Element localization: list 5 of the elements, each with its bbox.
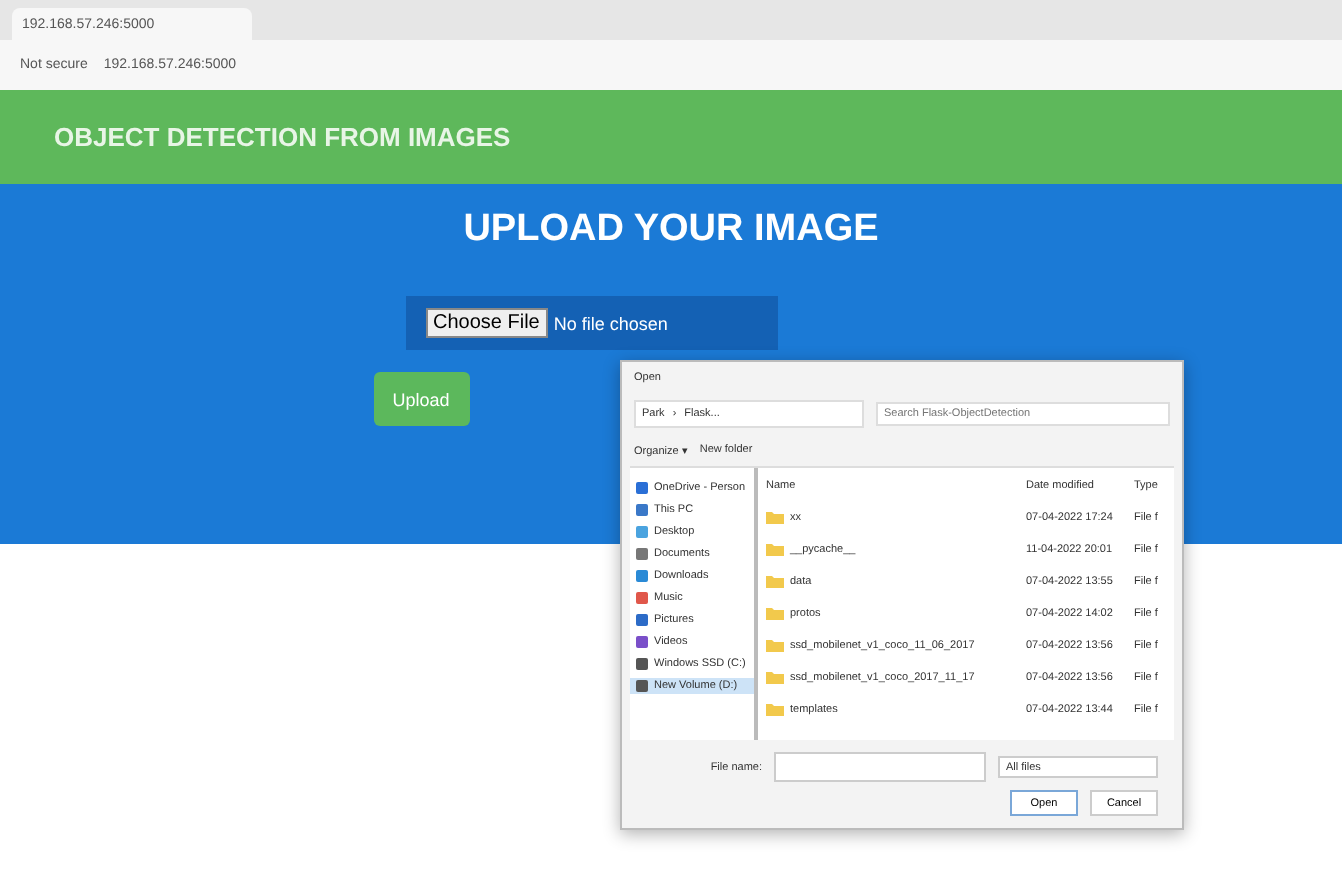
choose-file-button[interactable]: Choose File — [425, 308, 548, 338]
page-title: UPLOAD YOUR IMAGE — [463, 208, 879, 252]
file-name-field[interactable] — [774, 752, 986, 782]
file-input[interactable]: Choose File No file chosen — [405, 296, 777, 350]
file-status: No file chosen — [553, 313, 668, 333]
